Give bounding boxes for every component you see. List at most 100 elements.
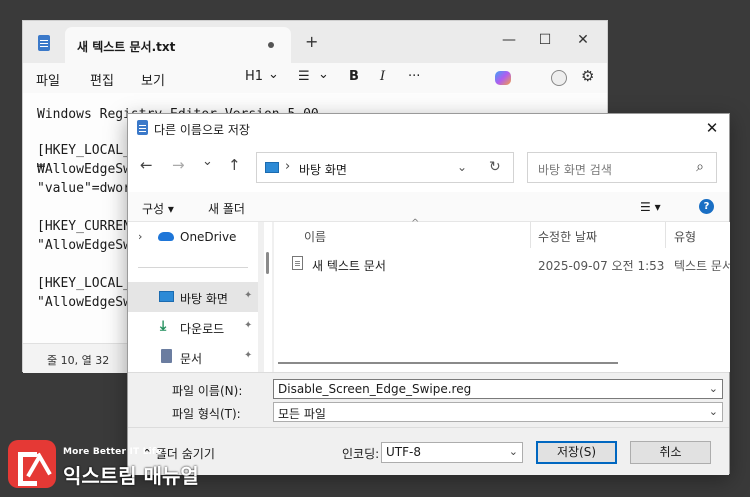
search-input[interactable]: 바탕 화면 검색 ⌕ (527, 152, 717, 183)
nav-item-documents[interactable]: 문서 ✦ (128, 342, 258, 372)
maximize-button[interactable]: ☐ (533, 29, 557, 51)
back-arrow-icon[interactable]: ← (140, 156, 153, 174)
nav-item-label: 다운로드 (180, 322, 225, 336)
site-logo: More Better IT Life 익스트림 매뉴얼 (8, 440, 208, 492)
help-icon[interactable]: ? (699, 199, 714, 214)
chevron-down-icon[interactable]: ⌄ (709, 382, 718, 395)
text-line: "value"=dword (37, 181, 139, 196)
menu-view[interactable]: 보기 (141, 70, 165, 89)
file-list-scrollbar[interactable] (278, 358, 728, 368)
more-options-icon[interactable]: ··· (408, 69, 420, 84)
nav-pane-scrollbar[interactable] (264, 222, 272, 372)
pin-icon[interactable]: ✦ (244, 290, 252, 301)
heading-button[interactable]: H1 (245, 69, 263, 84)
minimize-button[interactable]: — (497, 29, 521, 51)
list-icon[interactable]: ☰ (298, 69, 310, 84)
dialog-footer: ^ 폴더 숨기기 인코딩: UTF-8 ⌄ 저장(S) 취소 (128, 427, 729, 475)
document-icon (161, 349, 172, 363)
close-window-button[interactable]: ✕ (571, 29, 595, 51)
heading-caret-icon[interactable]: ⌄ (268, 67, 279, 82)
nav-item-downloads[interactable]: ⤓ 다운로드 ✦ (128, 312, 258, 342)
text-line: "AllowEdgeSw (37, 238, 131, 253)
chevron-right-icon[interactable]: › (285, 159, 290, 174)
filetype-label: 파일 형식(T): (172, 407, 241, 421)
menu-file[interactable]: 파일 (36, 70, 60, 89)
file-type: 텍스트 문서 (674, 259, 730, 273)
text-line: [HKEY_LOCAL_ (37, 276, 131, 291)
settings-gear-icon[interactable]: ⚙ (581, 67, 594, 85)
filename-value[interactable]: Disable_Screen_Edge_Swipe.reg (278, 382, 471, 396)
cursor-position: 줄 10, 열 32 (47, 354, 110, 367)
column-header-type[interactable]: 유형 (674, 228, 696, 245)
recent-locations-icon[interactable]: ⌄ (202, 154, 213, 169)
pin-icon[interactable]: ✦ (244, 320, 252, 331)
view-options-icon[interactable]: ☰ ▾ (640, 200, 661, 214)
cloud-icon (158, 232, 174, 241)
logo-badge-icon (8, 440, 56, 488)
scrollbar-thumb[interactable] (278, 362, 618, 364)
new-tab-button[interactable]: + (305, 32, 318, 51)
file-name: 새 텍스트 문서 (312, 259, 386, 273)
dialog-title: 다른 이름으로 저장 (154, 123, 250, 137)
menu-edit[interactable]: 편집 (90, 70, 114, 89)
cancel-button[interactable]: 취소 (630, 441, 711, 464)
column-divider[interactable] (530, 222, 531, 248)
text-line: "AllowEdgeSw (37, 295, 131, 310)
notepad-menubar: 파일 편집 보기 H1 ⌄ ☰ ⌄ B I ··· ⚙ (23, 63, 607, 93)
filename-input[interactable]: Disable_Screen_Edge_Swipe.reg ⌄ (273, 379, 723, 399)
refresh-icon[interactable]: ↻ (489, 159, 501, 175)
chevron-down-icon[interactable]: ⌄ (509, 445, 518, 458)
text-line: ₩AllowEdgeSw (37, 162, 131, 177)
column-divider[interactable] (665, 222, 666, 248)
nav-item-desktop[interactable]: 바탕 화면 ✦ (128, 282, 258, 312)
notepad-titlebar: 새 텍스트 문서.txt + — ☐ ✕ (23, 21, 607, 63)
notepad-app-icon (38, 35, 50, 51)
column-header-name[interactable]: 이름 (304, 228, 326, 245)
organize-button[interactable]: 구성 ▾ (142, 200, 174, 217)
forward-arrow-icon[interactable]: → (172, 156, 185, 174)
nav-divider (138, 267, 248, 268)
notepad-tab[interactable]: 새 텍스트 문서.txt (65, 27, 291, 63)
notepad-tab-title: 새 텍스트 문서.txt (77, 40, 176, 54)
file-modified: 2025-09-07 오전 1:53 (538, 259, 665, 273)
pin-icon[interactable]: ✦ (244, 350, 252, 361)
chevron-down-icon[interactable]: ⌄ (709, 405, 718, 418)
nav-item-label: 바탕 화면 (180, 292, 228, 306)
bold-button[interactable]: B (349, 69, 359, 84)
scrollbar-thumb[interactable] (266, 252, 269, 274)
search-placeholder: 바탕 화면 검색 (538, 163, 612, 177)
file-row[interactable]: 새 텍스트 문서 2025-09-07 오전 1:53 텍스트 문서 (284, 252, 730, 276)
navigation-bar: ← → ⌄ ↑ › 바탕 화면 ⌄ ↻ 바탕 화면 검색 ⌕ (128, 142, 729, 192)
desktop-icon (159, 291, 174, 302)
chevron-right-icon[interactable]: › (138, 230, 142, 243)
account-icon[interactable] (551, 70, 567, 86)
nav-item-label: OneDrive (180, 230, 237, 244)
file-list: ^ 이름 수정한 날짜 유형 새 텍스트 문서 2025-09-07 오전 1:… (274, 218, 730, 372)
new-folder-button[interactable]: 새 폴더 (208, 200, 245, 217)
list-caret-icon[interactable]: ⌄ (318, 67, 329, 82)
filetype-select[interactable]: 모든 파일 ⌄ (273, 402, 723, 422)
dialog-close-button[interactable]: ✕ (701, 117, 723, 139)
save-button[interactable]: 저장(S) (536, 441, 617, 464)
nav-item-label: 문서 (180, 352, 203, 366)
filename-label: 파일 이름(N): (172, 384, 243, 398)
address-location[interactable]: 바탕 화면 (299, 161, 347, 178)
up-arrow-icon[interactable]: ↑ (228, 156, 241, 174)
text-line: [HKEY_CURREN (37, 219, 131, 234)
address-bar[interactable]: › 바탕 화면 ⌄ ↻ (256, 152, 514, 183)
navigation-pane: › OneDrive 바탕 화면 ✦ ⤓ 다운로드 ✦ 문서 ✦ (128, 222, 258, 372)
text-line: [HKEY_LOCAL_ (37, 143, 131, 158)
encoding-select[interactable]: UTF-8 ⌄ (381, 442, 523, 463)
logo-name: 익스트림 매뉴얼 (63, 464, 199, 488)
logo-subtitle: More Better IT Life (63, 447, 163, 457)
sort-caret-icon: ^ (411, 218, 420, 229)
column-header-modified[interactable]: 수정한 날짜 (538, 228, 597, 245)
copilot-icon[interactable] (495, 71, 511, 85)
italic-button[interactable]: I (380, 69, 385, 84)
desktop-icon (265, 162, 279, 173)
search-icon[interactable]: ⌕ (696, 159, 704, 175)
filetype-value: 모든 파일 (278, 407, 326, 421)
text-file-icon (292, 256, 303, 270)
chevron-down-icon[interactable]: ⌄ (457, 160, 467, 174)
nav-item-onedrive[interactable]: › OneDrive (128, 222, 258, 252)
